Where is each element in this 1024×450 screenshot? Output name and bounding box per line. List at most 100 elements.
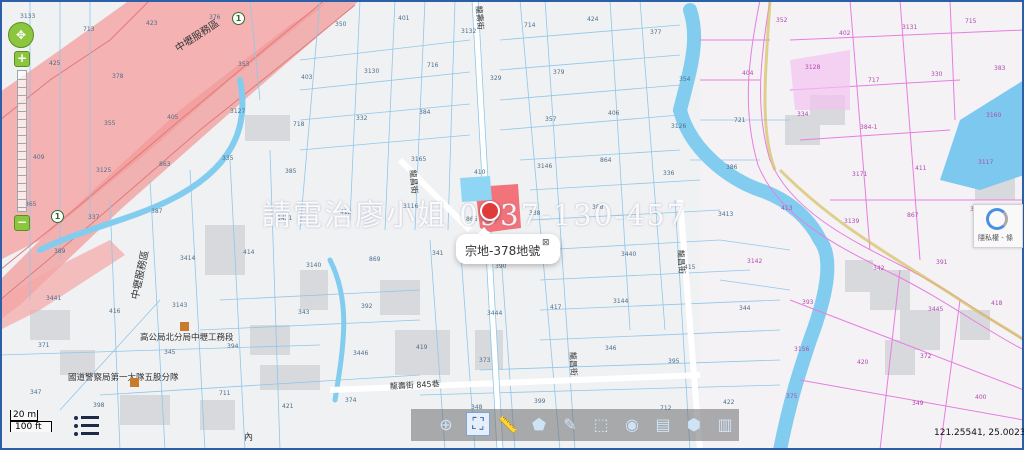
parcel-number: 3160 [986,112,1001,119]
full-extent-tool[interactable]: ⛶ [466,412,490,436]
parcel-number: 371 [38,342,50,349]
location-pin-icon[interactable] [480,201,500,221]
parcel-number: 386 [726,164,738,171]
popup-close-icon[interactable]: ⊠ [542,238,550,248]
road-label: 龍昌街 [568,352,579,376]
parcel-number: 341 [432,250,444,257]
layers-tool[interactable]: ▥ [714,414,736,436]
parcel-number: 415 [684,264,696,271]
parcel-number: 419 [416,344,428,351]
parcel-number: 398 [93,402,105,409]
zoom-out-button[interactable]: − [14,215,30,231]
zoom-in-tool[interactable]: ⊕ [435,414,457,436]
parcel-number: 417 [550,304,562,311]
parcel-number: 392 [361,303,373,310]
recaptcha-text: 隱私權 - 條 [978,234,1013,242]
parcel-number: 3146 [537,163,552,170]
parcel-number: 354 [679,76,691,83]
parcel-number: 399 [534,398,546,405]
parcel-number: 357 [545,116,557,123]
road-label: 龍壽街 [474,5,486,30]
scale-imperial: 100 ft [10,421,52,432]
parcel-number: 418 [991,300,1003,307]
parcel-number: 377 [650,29,662,36]
parcel-number: 329 [490,75,502,82]
parcel-number: 336 [663,170,675,177]
parcel-number: 335 [222,155,234,162]
parcel-number: 3128 [805,64,820,71]
watermark-text: 請電治廖小姐 0937-130-457 [262,198,688,232]
parcel-number: 387 [151,208,163,215]
measure-distance-tool[interactable]: 📏 [497,414,519,436]
measure-area-tool[interactable]: ⬟ [528,414,550,436]
parcel-number: 409 [33,154,45,161]
parcel-number: 406 [608,110,620,117]
parcel-number: 869 [369,256,381,263]
highway-sign-icon: 1 [51,210,64,223]
pan-arrows-icon[interactable]: ✥ [8,22,34,48]
scale-bar: 20 m 100 ft [10,410,52,432]
street-view-tool[interactable]: ▤ [652,414,674,436]
parcel-number: 424 [587,16,599,23]
parcel-number: 385 [285,168,297,175]
parcel-number: 400 [975,394,987,401]
zoom-tick [18,127,26,128]
parcel-number: 394 [227,343,239,350]
parcel-number: 425 [49,60,61,67]
parcel-number: 3446 [353,350,368,357]
parcel-number: 350 [335,21,347,28]
parcel-number: 353 [238,61,250,68]
parcel-number: 863 [159,161,171,168]
parcel-number: 391 [936,259,948,266]
parcel-number: 3133 [20,13,35,20]
zoom-tick [18,143,26,144]
parcel-number: 384-1 [860,124,878,131]
parcel-number: 3127 [230,108,245,115]
parcel-number: 389 [54,248,66,255]
legend-list-icon[interactable] [74,414,100,438]
parcel-number: 420 [857,359,869,366]
parcel-number: 3132 [461,28,476,35]
draw-tool[interactable]: ✎ [559,414,581,436]
parcel-number: 355 [104,120,116,127]
parcel-number: 401 [398,15,410,22]
parcel-number: 347 [30,389,42,396]
recaptcha-badge[interactable]: 隱私權 - 條 [973,204,1023,248]
zoom-tick [18,167,26,168]
parcel-number: 383 [994,65,1006,72]
zoom-control: ✥ + − [8,22,34,231]
parcel-number: 346 [605,345,617,352]
zoom-tick [18,79,26,80]
parcel-number: 721 [734,117,746,124]
select-tool[interactable]: ⬚ [590,414,612,436]
parcel-number: 422 [723,399,735,406]
locate-tool[interactable]: ◉ [621,414,643,436]
parcel-number: 3144 [613,298,628,305]
parcel-number: 334 [797,111,809,118]
parcel-number: 330 [931,71,943,78]
parcel-number: 379 [553,69,565,76]
parcel-number: 715 [965,18,977,25]
parcel-popup[interactable]: 宗地-378地號 ⊠ [456,227,560,264]
zoom-tick [18,119,26,120]
parcel-number: 332 [356,115,368,122]
zoom-in-button[interactable]: + [14,51,30,67]
parcel-number: 3156 [794,346,809,353]
parcel-number: 717 [868,77,880,84]
zoom-tick [18,103,26,104]
parcel-number: 3125 [96,167,111,174]
parcel-number: 410 [474,169,486,176]
parcel-number: 713 [83,26,95,33]
parcel-number: 390 [495,263,507,270]
parcel-number: 867 [907,212,919,219]
place-label: 國道警察局第一大隊五股分隊 [68,372,179,383]
zoom-slider[interactable] [17,70,27,212]
parcel-number: 3143 [172,302,187,309]
zoom-tick [18,95,26,96]
parcel-number: 3140 [306,262,321,269]
parcel-number: 403 [301,74,313,81]
parcel-number: 3441 [46,295,61,302]
parcel-number: 405 [167,114,179,121]
zoom-tick [18,183,26,184]
3d-view-tool[interactable]: ⬢ [683,414,705,436]
